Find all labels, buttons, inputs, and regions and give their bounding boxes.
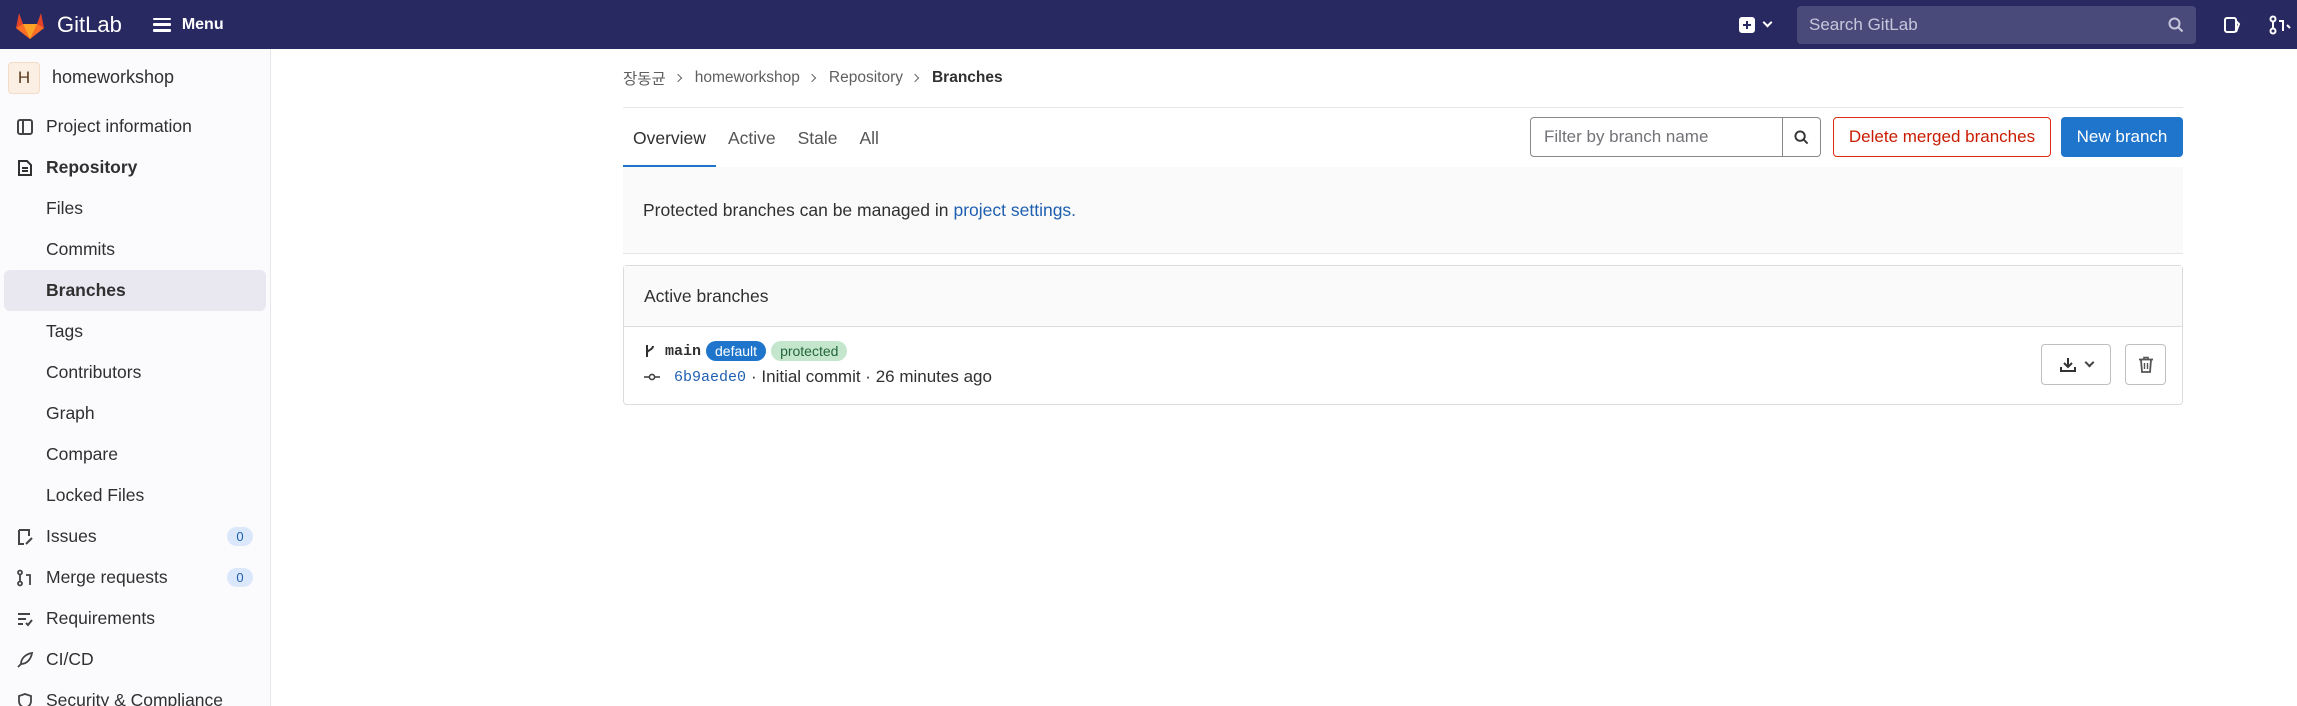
download-dropdown-button[interactable] bbox=[2041, 344, 2111, 385]
project-info-icon bbox=[17, 119, 33, 135]
branch-icon bbox=[646, 345, 654, 357]
rocket-icon bbox=[17, 651, 34, 668]
sidebar-item-label: Branches bbox=[46, 280, 126, 300]
hamburger-icon bbox=[152, 17, 171, 32]
sidebar-item-label: Issues bbox=[46, 526, 97, 546]
search-icon bbox=[2168, 17, 2184, 32]
branch-name-link[interactable]: main bbox=[665, 343, 701, 360]
sidebar-item-security-compliance[interactable]: Security & Compliance bbox=[0, 680, 270, 706]
chevron-down-icon bbox=[2084, 357, 2094, 368]
sidebar-item-label: CI/CD bbox=[46, 649, 94, 669]
default-badge: default bbox=[706, 341, 767, 361]
chevron-right-icon bbox=[910, 73, 920, 83]
sidebar-item-project-information[interactable]: Project information bbox=[0, 106, 270, 147]
project-header[interactable]: H homeworkshop bbox=[0, 49, 270, 106]
sidebar-item-label: Commits bbox=[46, 239, 116, 259]
commit-sha-link[interactable]: 6b9aede0 bbox=[674, 369, 746, 386]
new-branch-button[interactable]: New branch bbox=[2061, 117, 2183, 157]
sidebar-item-requirements[interactable]: Requirements bbox=[0, 598, 270, 639]
sidebar-item-branches[interactable]: Branches bbox=[4, 270, 266, 311]
merge-requests-count-badge: 0 bbox=[227, 568, 253, 587]
sidebar-item-label: Project information bbox=[46, 116, 192, 136]
top-navbar: GitLab Menu bbox=[0, 0, 2297, 49]
todo-icon[interactable] bbox=[2221, 14, 2243, 36]
sidebar-item-label: Repository bbox=[46, 157, 138, 177]
project-avatar: H bbox=[8, 61, 40, 94]
requirements-icon bbox=[18, 613, 33, 627]
delete-merged-branches-button[interactable]: Delete merged branches bbox=[1833, 117, 2051, 157]
branch-search-button[interactable] bbox=[1783, 117, 1821, 157]
protected-branches-notice: Protected branches can be managed in pro… bbox=[623, 167, 2183, 254]
tab-overview[interactable]: Overview bbox=[623, 108, 716, 168]
tanuki-icon bbox=[16, 12, 44, 39]
sidebar-item-issues[interactable]: Issues 0 bbox=[0, 516, 270, 557]
sidebar-item-label: Files bbox=[46, 198, 83, 218]
sidebar-item-label: Compare bbox=[46, 444, 118, 464]
sidebar-item-locked-files[interactable]: Locked Files bbox=[0, 475, 270, 516]
breadcrumb-item[interactable]: homeworkshop bbox=[695, 69, 800, 87]
app-name: GitLab bbox=[57, 11, 122, 37]
sidebar-item-contributors[interactable]: Contributors bbox=[0, 352, 270, 393]
trash-icon bbox=[2138, 356, 2153, 373]
chevron-right-icon bbox=[673, 73, 683, 83]
issues-count-badge: 0 bbox=[227, 527, 253, 546]
global-search[interactable] bbox=[1797, 5, 2196, 44]
sidebar-item-merge-requests[interactable]: Merge requests 0 bbox=[0, 557, 270, 598]
tab-all[interactable]: All bbox=[849, 108, 888, 168]
sidebar-item-label: Graph bbox=[46, 403, 95, 423]
sidebar-item-label: Security & Compliance bbox=[46, 690, 224, 706]
breadcrumb-current[interactable]: Branches bbox=[932, 69, 1003, 87]
branch-row: main default protected 6b9aede0 · Initia… bbox=[624, 327, 2182, 404]
shield-icon bbox=[18, 693, 32, 706]
commit-info: · Initial commit · 26 minutes ago bbox=[751, 367, 992, 386]
chevron-down-icon bbox=[1762, 17, 1773, 28]
download-icon bbox=[2059, 357, 2076, 372]
breadcrumb-item[interactable]: Repository bbox=[829, 69, 903, 87]
search-input[interactable] bbox=[1809, 14, 2168, 35]
panel-title: Active branches bbox=[624, 266, 2182, 327]
tab-active[interactable]: Active bbox=[718, 108, 786, 168]
sidebar-item-label: Tags bbox=[46, 321, 83, 341]
sidebar-item-tags[interactable]: Tags bbox=[0, 311, 270, 352]
branch-tabs: Overview Active Stale All bbox=[623, 108, 891, 168]
search-icon bbox=[1794, 129, 1809, 144]
tab-stale[interactable]: Stale bbox=[788, 108, 848, 168]
notice-text: Protected branches can be managed in bbox=[643, 199, 949, 220]
breadcrumb: 장동균 homeworkshop Repository Branches bbox=[623, 67, 1003, 89]
active-branches-panel: Active branches main default protected 6… bbox=[623, 265, 2183, 405]
branches-toolbar: Overview Active Stale All Delete merged … bbox=[623, 107, 2183, 168]
sidebar-item-commits[interactable]: Commits bbox=[0, 229, 270, 270]
delete-branch-button[interactable] bbox=[2125, 344, 2166, 385]
merge-requests-icon[interactable] bbox=[2269, 14, 2291, 36]
sidebar-item-ci-cd[interactable]: CI/CD bbox=[0, 639, 270, 680]
breadcrumb-item[interactable]: 장동균 bbox=[623, 67, 666, 89]
sidebar-item-files[interactable]: Files bbox=[0, 188, 270, 229]
issues-icon bbox=[18, 529, 33, 545]
sidebar-item-label: Locked Files bbox=[46, 485, 145, 505]
branch-filter bbox=[1530, 117, 1821, 157]
sidebar: H homeworkshop Project information Repos… bbox=[0, 49, 271, 706]
commit-icon bbox=[644, 373, 660, 381]
project-settings-link[interactable]: project settings. bbox=[953, 200, 1076, 221]
sidebar-item-label: Merge requests bbox=[46, 567, 168, 587]
sidebar-item-compare[interactable]: Compare bbox=[0, 434, 270, 475]
chevron-right-icon bbox=[807, 73, 817, 83]
menu-button[interactable]: Menu bbox=[152, 15, 224, 34]
merge-request-icon bbox=[17, 569, 31, 587]
sidebar-item-graph[interactable]: Graph bbox=[0, 393, 270, 434]
plus-square-icon bbox=[1739, 16, 1755, 33]
project-name: homeworkshop bbox=[52, 67, 175, 87]
protected-badge: protected bbox=[771, 341, 848, 361]
branch-filter-input[interactable] bbox=[1530, 117, 1783, 157]
menu-label: Menu bbox=[181, 15, 224, 33]
gitlab-logo[interactable]: GitLab bbox=[14, 10, 122, 40]
sidebar-item-label: Contributors bbox=[46, 362, 142, 382]
main-content: 장동균 homeworkshop Repository Branches Ove… bbox=[272, 49, 2297, 706]
sidebar-item-repository[interactable]: Repository bbox=[0, 147, 270, 188]
repository-icon bbox=[18, 160, 32, 176]
sidebar-item-label: Requirements bbox=[46, 608, 155, 628]
new-dropdown-button[interactable] bbox=[1739, 16, 1773, 33]
